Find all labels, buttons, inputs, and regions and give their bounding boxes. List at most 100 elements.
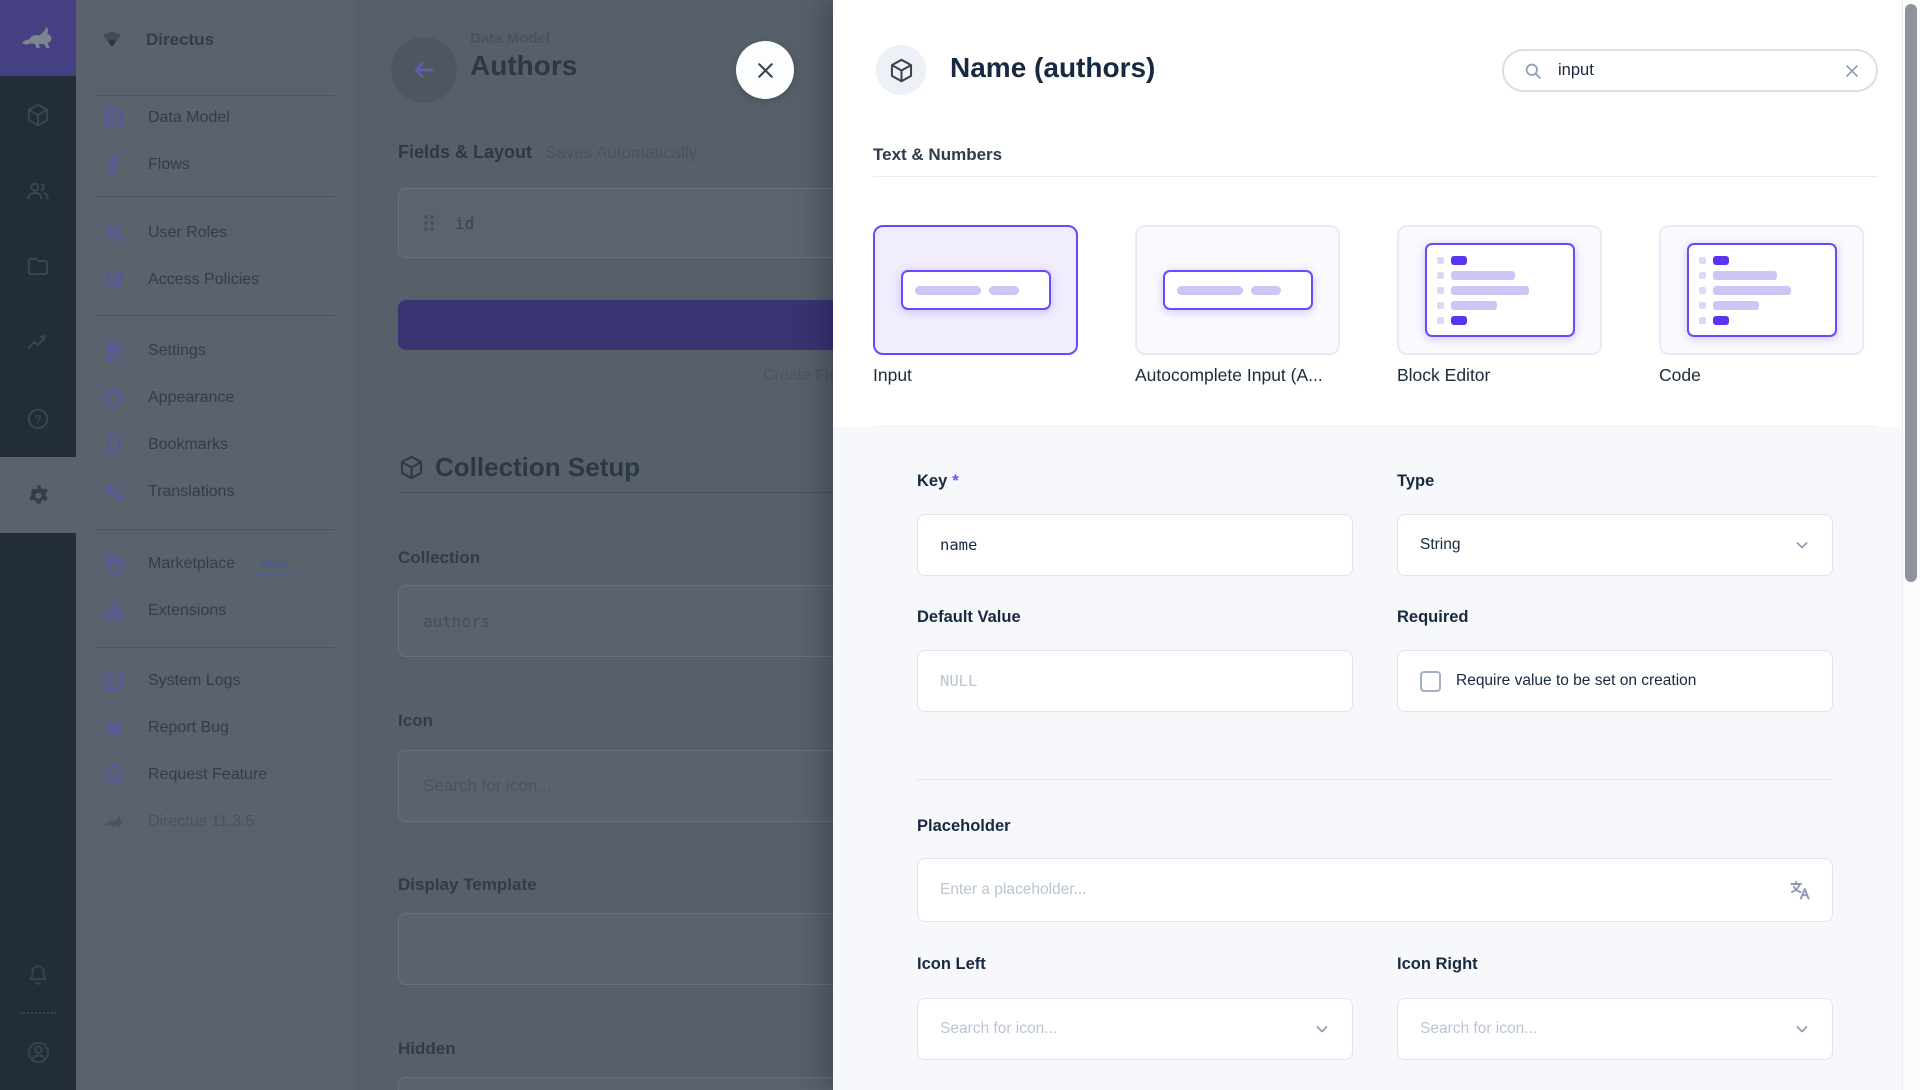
display-template-input[interactable] [398, 913, 833, 985]
sidebar-item-request-feature[interactable]: Request Feature [76, 751, 355, 798]
terminal-icon [102, 669, 126, 693]
key-input[interactable] [917, 514, 1353, 576]
directus-logo-icon [102, 810, 126, 834]
required-label: Required [1397, 608, 1469, 627]
gear-icon [25, 482, 52, 509]
field-row-id[interactable]: id [398, 188, 833, 258]
nav-divider [96, 315, 335, 316]
sidebar-item-translations[interactable]: Translations [76, 468, 355, 515]
sidebar-item-marketplace[interactable]: Marketplace Beta [76, 540, 355, 587]
icon-right-label: Icon Right [1397, 955, 1478, 974]
sidebar-item-access-policies[interactable]: Access Policies [76, 256, 355, 303]
interface-card-input[interactable] [873, 225, 1078, 355]
sidebar-item-label: Appearance [148, 389, 234, 407]
collection-input[interactable]: authors [398, 585, 833, 657]
sidebar-item-bookmarks[interactable]: Bookmarks [76, 421, 355, 468]
shield-user-icon [102, 268, 126, 292]
notifications-button[interactable] [0, 937, 76, 1013]
icon-left-placeholder: Search for icon... [940, 1020, 1312, 1038]
sidebar-item-label: Flows [148, 156, 190, 174]
sidebar-item-label: Marketplace [148, 555, 235, 573]
sidebar-item-label: Data Model [148, 109, 230, 127]
sidebar-item-data-model[interactable]: Data Model [76, 94, 355, 141]
required-field-box: Require value to be set on creation [1397, 650, 1833, 712]
hidden-input[interactable] [398, 1077, 833, 1090]
sidebar-item-settings[interactable]: Settings [76, 327, 355, 374]
sidebar-item-extensions[interactable]: Extensions [76, 587, 355, 634]
close-icon [754, 59, 777, 82]
interface-search[interactable] [1502, 49, 1878, 92]
placeholder-field[interactable] [940, 881, 1788, 899]
bolt-icon [102, 153, 126, 177]
box-icon [398, 454, 425, 481]
bookmark-icon [102, 433, 126, 457]
create-field-link[interactable]: Create Field [763, 367, 833, 384]
user-menu-button[interactable] [0, 1014, 76, 1090]
help-module-button[interactable]: ? [0, 381, 76, 457]
default-value-input[interactable] [917, 650, 1353, 712]
field-config-drawer: Name (authors) Text & Numbers Input [833, 0, 1920, 1090]
insights-module-button[interactable] [0, 305, 76, 381]
clear-search-icon[interactable] [1842, 61, 1862, 81]
translate-icon[interactable] [1788, 878, 1812, 902]
input-preview-illustration [1163, 270, 1313, 310]
placeholder-input[interactable] [917, 858, 1833, 922]
chevron-down-icon [1312, 1019, 1332, 1039]
scrollbar-thumb[interactable] [1905, 4, 1917, 582]
key-label: Key* [917, 472, 959, 491]
interface-card-autocomplete[interactable] [1135, 225, 1340, 355]
sidebar-item-flows[interactable]: Flows [76, 141, 355, 188]
users-module-button[interactable] [0, 153, 76, 229]
project-name: Directus [146, 30, 214, 50]
drag-handle-icon[interactable] [421, 212, 437, 234]
insights-icon [25, 330, 51, 356]
nav-divider [96, 529, 335, 530]
connection-status-icon [100, 26, 124, 54]
sidebar-item-label: Settings [148, 342, 206, 360]
sidebar-item-label: Access Policies [148, 271, 259, 289]
project-header[interactable]: Directus [76, 16, 355, 64]
users-icon [102, 221, 126, 245]
saves-automatically-hint: Saves Automatically [545, 143, 697, 163]
sidebar-item-system-logs[interactable]: System Logs [76, 657, 355, 704]
svg-text:?: ? [34, 412, 41, 426]
drawer-title: Name (authors) [950, 52, 1155, 84]
sidebar-item-label: User Roles [148, 224, 227, 242]
database-icon [102, 106, 126, 130]
breadcrumb[interactable]: Data Model [470, 30, 550, 47]
content-module-button[interactable] [0, 77, 76, 153]
help-icon: ? [25, 406, 51, 432]
hidden-label: Hidden [398, 1039, 456, 1059]
settings-module-button[interactable] [0, 457, 76, 533]
section-title: Text & Numbers [873, 145, 1002, 165]
type-label: Type [1397, 472, 1434, 491]
sidebar-item-user-roles[interactable]: User Roles [76, 209, 355, 256]
box-icon [888, 57, 915, 84]
interface-card-block-editor[interactable] [1397, 225, 1602, 355]
back-button[interactable] [391, 37, 457, 103]
folder-icon [25, 254, 51, 280]
form-divider [917, 779, 1833, 780]
drawer-close-button[interactable] [736, 41, 794, 99]
sidebar-item-version: Directus 11.3.5 [76, 798, 355, 845]
type-select[interactable]: String [1397, 514, 1833, 576]
tune-icon [102, 339, 126, 363]
interface-card-code[interactable] [1659, 225, 1864, 355]
default-value-field[interactable] [940, 672, 1332, 690]
primary-action-button[interactable] [398, 300, 833, 350]
icon-left-select[interactable]: Search for icon... [917, 998, 1353, 1060]
main-content-dimmed: Data Model Authors Fields & Layout Saves… [355, 0, 833, 1090]
search-input[interactable] [1556, 60, 1842, 81]
sidebar-item-appearance[interactable]: Appearance [76, 374, 355, 421]
directus-logo-button[interactable] [0, 0, 76, 76]
arrow-left-icon [411, 57, 437, 83]
directus-app: ? [0, 0, 1920, 1090]
icon-right-select[interactable]: Search for icon... [1397, 998, 1833, 1060]
icon-search-input[interactable]: Search for icon... [398, 750, 833, 822]
sidebar-item-report-bug[interactable]: Report Bug [76, 704, 355, 751]
interface-card-label: Code [1659, 365, 1701, 386]
files-module-button[interactable] [0, 229, 76, 305]
required-checkbox[interactable] [1420, 671, 1441, 692]
key-input-field[interactable] [940, 536, 1332, 554]
icon-label: Icon [398, 711, 433, 731]
